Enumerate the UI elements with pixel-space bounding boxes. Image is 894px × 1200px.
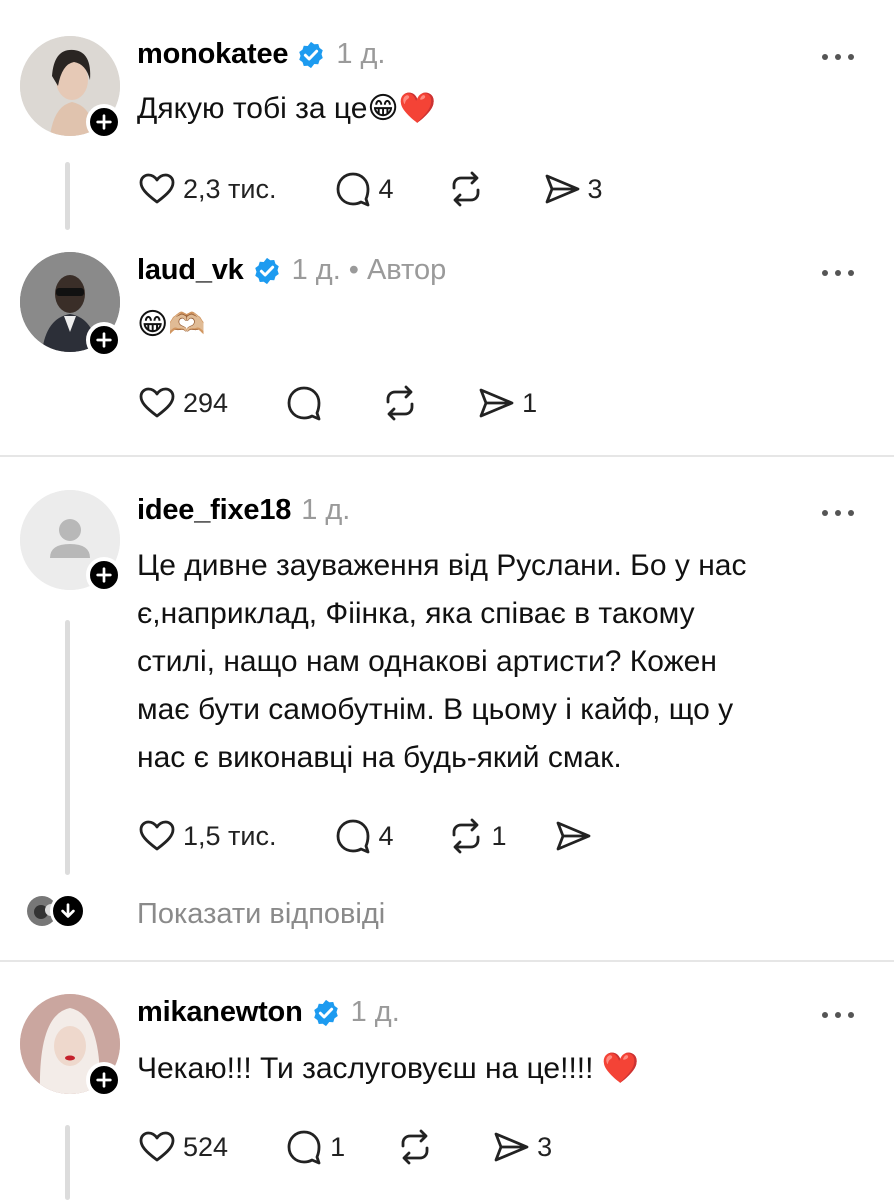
share-count: 3 bbox=[587, 173, 603, 204]
post-text: Чекаю!!! Ти заслуговуєш на це!!!! ❤️ bbox=[137, 1052, 640, 1085]
like-count: 524 bbox=[183, 1131, 229, 1162]
comment-icon bbox=[336, 819, 369, 854]
reply-count: 1 bbox=[330, 1131, 346, 1162]
like-count: 2,3 тис. bbox=[183, 173, 277, 204]
text-line: Це дивне зауваження від Руслани. Бо у на… bbox=[137, 549, 747, 582]
repost-icon bbox=[452, 171, 479, 207]
post-time: 1 д. bbox=[301, 494, 351, 526]
post-text: 😁🫶🏼 bbox=[137, 308, 206, 341]
like-button[interactable]: 2,3 тис. bbox=[137, 169, 277, 209]
reply-button[interactable] bbox=[284, 383, 330, 423]
repost-button[interactable] bbox=[446, 169, 492, 209]
share-button[interactable]: 1 bbox=[476, 383, 537, 423]
verified-badge-icon bbox=[313, 999, 338, 1026]
post-header: mikanewton 1 д. bbox=[137, 996, 400, 1029]
like-button[interactable]: 524 bbox=[137, 1127, 228, 1167]
more-icon[interactable] bbox=[822, 508, 854, 518]
reply-button[interactable]: 4 bbox=[333, 816, 394, 856]
show-replies-avatars[interactable] bbox=[24, 893, 86, 929]
post-time: 1 д. bbox=[291, 254, 341, 286]
share-button[interactable]: 3 bbox=[542, 169, 603, 209]
repost-count: 1 bbox=[491, 820, 507, 851]
thread-line bbox=[65, 162, 70, 230]
heart-icon bbox=[139, 173, 175, 204]
more-icon[interactable] bbox=[822, 268, 854, 278]
reply-button[interactable]: 1 bbox=[284, 1127, 345, 1167]
text-line: має бути самобутнім. В цьому і кайф, що … bbox=[137, 693, 734, 726]
verified-badge-icon bbox=[254, 257, 279, 284]
like-count: 294 bbox=[183, 387, 229, 418]
send-icon bbox=[479, 388, 514, 418]
thread-line bbox=[65, 620, 70, 875]
comment-icon bbox=[287, 386, 321, 421]
comment-icon bbox=[336, 172, 369, 207]
verified-badge-icon bbox=[299, 41, 324, 68]
send-icon bbox=[556, 821, 590, 851]
reply-count: 4 bbox=[378, 173, 394, 204]
post-actions: 294 1 bbox=[137, 381, 537, 425]
heart-icon bbox=[139, 820, 175, 851]
more-icon[interactable] bbox=[822, 1010, 854, 1020]
post-text: Це дивне зауваження від Руслани. Бо у на… bbox=[137, 542, 857, 782]
post-header: monokatee 1 д. bbox=[137, 38, 385, 71]
text-line: нас є виконавці на будь-який смак. bbox=[137, 741, 622, 774]
share-button[interactable] bbox=[553, 816, 599, 856]
chevron-down-icon[interactable] bbox=[50, 893, 86, 929]
username[interactable]: laud_vk bbox=[137, 254, 244, 287]
post-actions: 2,3 тис. 4 3 bbox=[137, 167, 603, 211]
share-count: 3 bbox=[537, 1131, 553, 1162]
post-header: laud_vk 1 д. • Автор bbox=[137, 254, 446, 287]
like-count: 1,5 тис. bbox=[183, 820, 277, 851]
author-badge: Автор bbox=[366, 254, 447, 286]
share-button[interactable]: 3 bbox=[491, 1127, 552, 1167]
text-line: є,наприклад, Фіінка, яка співає в такому bbox=[137, 597, 695, 630]
show-replies-link[interactable]: Показати відповіді bbox=[137, 898, 385, 931]
username[interactable]: monokatee bbox=[137, 38, 289, 71]
repost-icon bbox=[401, 1129, 429, 1165]
separator-dot: • bbox=[348, 254, 359, 286]
thread-line bbox=[65, 1125, 70, 1200]
comment-icon bbox=[287, 1130, 321, 1165]
repost-button[interactable] bbox=[395, 1127, 441, 1167]
like-button[interactable]: 294 bbox=[137, 383, 228, 423]
follow-plus-icon[interactable] bbox=[86, 557, 122, 593]
post-text: Дякую тобі за це😁❤️ bbox=[137, 92, 437, 125]
post-actions: 1,5 тис. 4 1 bbox=[137, 814, 599, 858]
like-button[interactable]: 1,5 тис. bbox=[137, 816, 277, 856]
reply-button[interactable]: 4 bbox=[333, 169, 394, 209]
repost-icon bbox=[386, 385, 414, 421]
username[interactable]: mikanewton bbox=[137, 996, 303, 1029]
more-icon[interactable] bbox=[822, 52, 854, 62]
heart-icon bbox=[139, 387, 175, 418]
post-header: idee_fixe18 1 д. bbox=[137, 494, 350, 527]
follow-plus-icon[interactable] bbox=[86, 1062, 122, 1098]
repost-button[interactable]: 1 bbox=[446, 816, 507, 856]
send-icon bbox=[494, 1132, 529, 1162]
follow-plus-icon[interactable] bbox=[86, 322, 122, 358]
text-line: стилі, нащо нам однакові артисти? Кожен bbox=[137, 645, 717, 678]
repost-button[interactable] bbox=[380, 383, 426, 423]
share-count: 1 bbox=[522, 387, 538, 418]
reply-count: 4 bbox=[378, 820, 394, 851]
send-icon bbox=[545, 174, 579, 204]
follow-plus-icon[interactable] bbox=[86, 104, 122, 140]
username[interactable]: idee_fixe18 bbox=[137, 494, 291, 527]
repost-icon bbox=[452, 818, 479, 854]
post-time: 1 д. bbox=[336, 38, 386, 70]
post-actions: 524 1 3 bbox=[137, 1125, 552, 1169]
divider bbox=[0, 455, 894, 457]
heart-icon bbox=[139, 1131, 175, 1162]
divider bbox=[0, 960, 894, 962]
post-time: 1 д. bbox=[350, 996, 400, 1028]
